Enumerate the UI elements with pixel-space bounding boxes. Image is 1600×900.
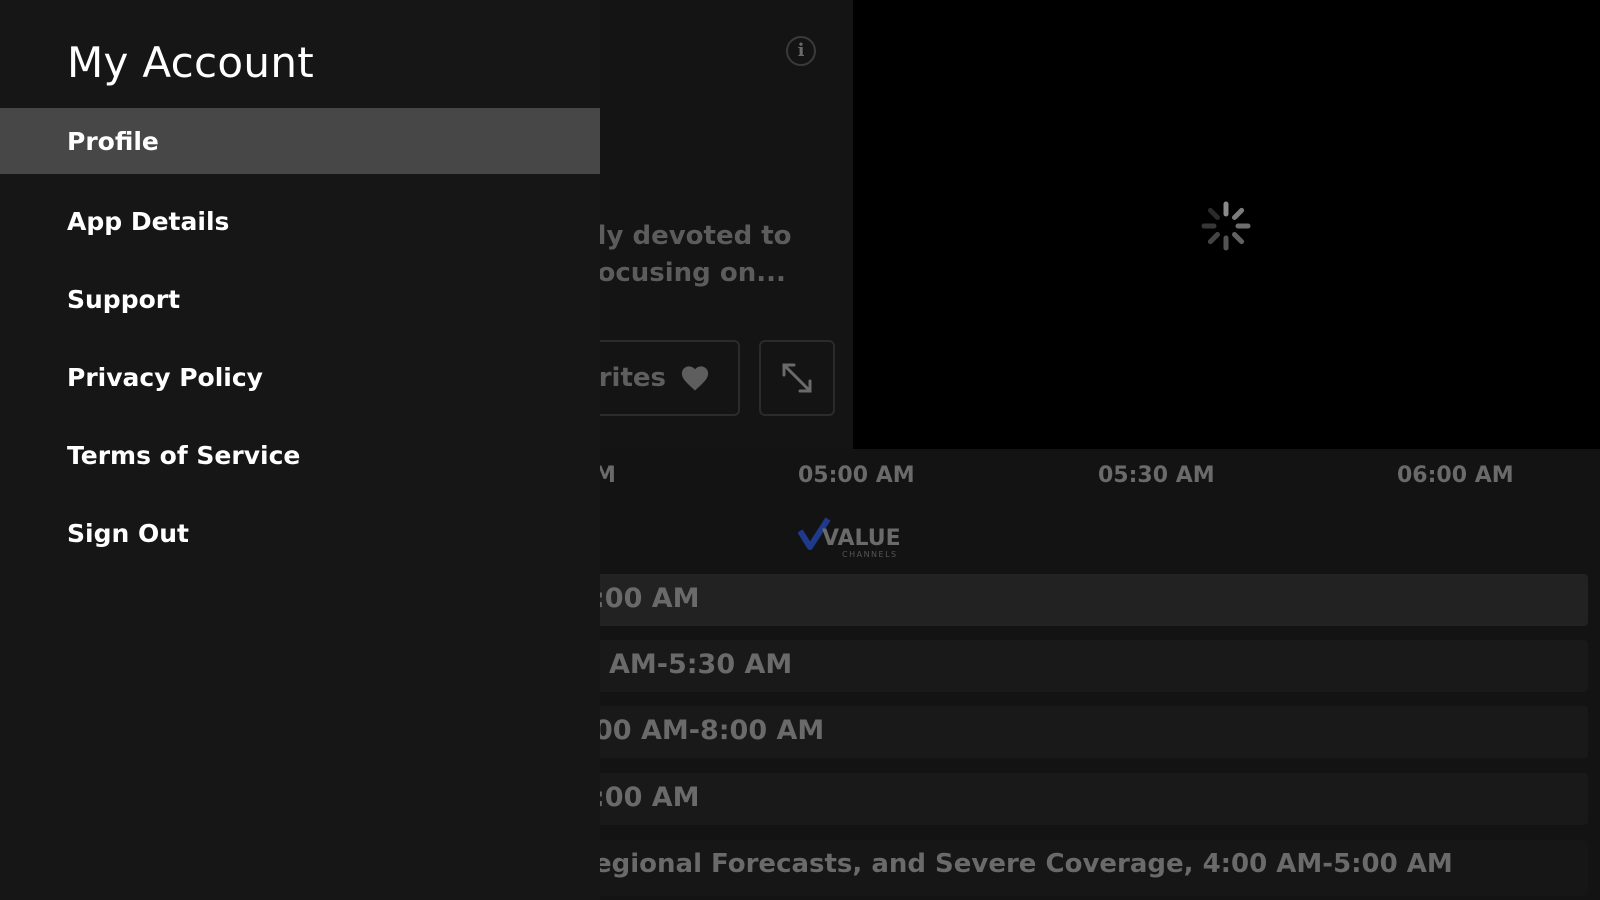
menu-item-label: Support	[67, 284, 181, 314]
channel-logo-text: VALUE	[822, 526, 901, 551]
program-title: 00 AM-8:00 AM	[594, 715, 825, 746]
program-title: AM-5:30 AM	[609, 649, 793, 680]
time-slot: 05:00 AM	[798, 463, 915, 488]
expand-icon	[782, 363, 812, 393]
program-row[interactable]: 00 AM-8:00 AM	[560, 706, 1588, 758]
account-menu: My Account Profile App Details Support P…	[0, 0, 600, 900]
menu-item-support[interactable]: Support	[0, 266, 600, 332]
program-title: :00 AM	[594, 583, 700, 614]
menu-item-sign-out[interactable]: Sign Out	[0, 500, 600, 566]
time-slot: 06:00 AM	[1397, 463, 1514, 488]
menu-item-privacy-policy[interactable]: Privacy Policy	[0, 344, 600, 410]
menu-item-label: App Details	[67, 206, 230, 236]
info-icon[interactable]: i	[786, 36, 816, 66]
menu-title: My Account	[67, 38, 315, 87]
menu-item-profile[interactable]: Profile	[0, 108, 600, 174]
program-title: egional Forecasts, and Severe Coverage, …	[594, 849, 1453, 879]
menu-item-terms-of-service[interactable]: Terms of Service	[0, 422, 600, 488]
program-row[interactable]: :00 AM	[560, 574, 1588, 626]
loading-spinner-icon	[1201, 201, 1251, 251]
menu-item-label: Profile	[67, 126, 159, 156]
fullscreen-button[interactable]	[759, 340, 835, 416]
menu-item-app-details[interactable]: App Details	[0, 188, 600, 254]
program-row[interactable]: AM-5:30 AM	[560, 640, 1588, 692]
menu-item-label: Sign Out	[67, 518, 189, 548]
program-title: :00 AM	[594, 782, 700, 813]
menu-item-label: Terms of Service	[67, 440, 301, 470]
time-slot: 05:30 AM	[1098, 463, 1215, 488]
channel-logo[interactable]: VALUE CHANNELS	[798, 517, 910, 563]
program-row[interactable]: egional Forecasts, and Severe Coverage, …	[560, 840, 1588, 896]
program-row[interactable]: :00 AM	[560, 773, 1588, 825]
menu-item-label: Privacy Policy	[67, 362, 263, 392]
screen: i merly devoted to ng focusing on... ori…	[0, 0, 1600, 900]
heart-icon	[681, 366, 709, 391]
channel-logo-subtext: CHANNELS	[842, 550, 898, 559]
